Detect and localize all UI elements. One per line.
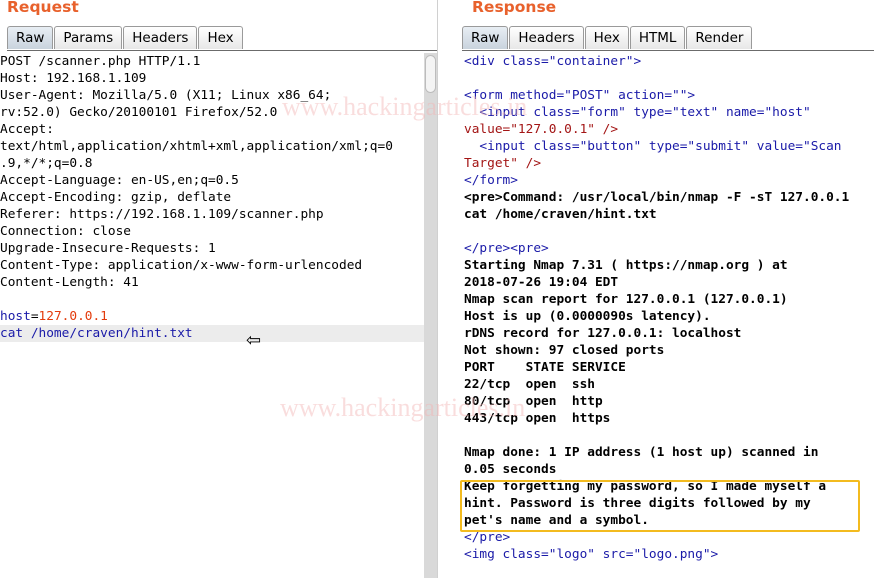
request-title: Request bbox=[7, 0, 79, 16]
response-line: Host is up (0.0000090s latency). bbox=[464, 309, 711, 324]
response-pane: Response Raw Headers Hex HTML Render <di… bbox=[450, 0, 874, 578]
response-line bbox=[450, 70, 874, 87]
request-scrollbar[interactable] bbox=[424, 53, 437, 578]
request-line: Accept-Encoding: gzip, deflate bbox=[0, 190, 232, 205]
param-name: host bbox=[0, 309, 31, 324]
pane-splitter[interactable] bbox=[424, 0, 451, 578]
response-line: 2018-07-26 19:04 EDT bbox=[464, 275, 619, 290]
response-line: 22/tcp open ssh bbox=[464, 377, 595, 392]
param-value: 127.0.0.1 bbox=[38, 309, 108, 324]
watermark: www.hackingarticles.in bbox=[280, 393, 526, 422]
response-line: </pre> bbox=[464, 530, 511, 545]
response-line: Starting Nmap 7.31 ( https://nmap.org ) … bbox=[464, 258, 788, 273]
request-editor[interactable]: POST /scanner.php HTTP/1.1 Host: 192.168… bbox=[0, 53, 437, 578]
request-line: Content-Length: 41 bbox=[0, 275, 139, 290]
request-body-host-line: host=127.0.0.1 bbox=[0, 308, 437, 325]
response-line: <input class="button" type="submit" valu… bbox=[464, 139, 842, 154]
arrow-left-icon: ⇦ bbox=[246, 330, 262, 351]
response-line: value="127.0.0.1" /> bbox=[464, 122, 619, 137]
request-tab-headers[interactable]: Headers bbox=[123, 26, 198, 49]
request-tabs: Raw Params Headers Hex bbox=[7, 26, 244, 50]
request-line: Connection: close bbox=[0, 224, 131, 239]
request-line: .9,*/*;q=0.8 bbox=[0, 156, 93, 171]
response-line: </pre><pre> bbox=[464, 241, 549, 256]
request-line: Upgrade-Insecure-Requests: 1 bbox=[0, 241, 216, 256]
response-line: cat /home/craven/hint.txt bbox=[464, 207, 657, 222]
response-line bbox=[450, 223, 874, 240]
request-tab-divider bbox=[7, 50, 437, 51]
request-line: POST /scanner.php HTTP/1.1 bbox=[0, 54, 201, 69]
response-line: rDNS record for 127.0.0.1: localhost bbox=[464, 326, 742, 341]
response-viewer[interactable]: <div class="container"> <form method="PO… bbox=[450, 53, 874, 578]
response-tab-raw[interactable]: Raw bbox=[462, 26, 509, 49]
response-line: </form> bbox=[464, 173, 518, 188]
response-line: <div class="container"> bbox=[464, 54, 642, 69]
request-line: Host: 192.168.1.109 bbox=[0, 71, 147, 86]
response-tabs: Raw Headers Hex HTML Render bbox=[462, 26, 753, 50]
request-tab-raw[interactable]: Raw bbox=[7, 26, 54, 49]
response-line: Nmap scan report for 127.0.0.1 (127.0.0.… bbox=[464, 292, 788, 307]
param-equals: = bbox=[30, 309, 39, 324]
response-tab-render[interactable]: Render bbox=[686, 26, 753, 49]
response-line: PORT STATE SERVICE bbox=[464, 360, 626, 375]
response-line: <pre>Command: /usr/local/bin/nmap -F -sT… bbox=[464, 190, 850, 205]
request-line: text/html,application/xhtml+xml,applicat… bbox=[0, 139, 393, 154]
request-line bbox=[0, 291, 437, 308]
response-tab-headers[interactable]: Headers bbox=[509, 26, 584, 49]
response-title: Response bbox=[472, 0, 557, 16]
response-line: 0.05 seconds bbox=[464, 462, 557, 477]
request-scrollbar-thumb[interactable] bbox=[425, 55, 436, 93]
injected-command-line: cat /home/craven/hint.txt bbox=[0, 325, 437, 342]
request-line: Referer: https://192.168.1.109/scanner.p… bbox=[0, 207, 324, 222]
hint-line: hint. Password is three digits followed … bbox=[464, 496, 811, 511]
hint-line: pet's name and a symbol. bbox=[464, 513, 649, 528]
request-tab-hex[interactable]: Hex bbox=[198, 26, 243, 49]
response-line: Nmap done: 1 IP address (1 host up) scan… bbox=[464, 445, 819, 460]
hint-line: Keep forgetting my password, so I made m… bbox=[464, 479, 827, 494]
request-line: Accept-Language: en-US,en;q=0.5 bbox=[0, 173, 239, 188]
response-line: Not shown: 97 closed ports bbox=[464, 343, 665, 358]
response-tab-html[interactable]: HTML bbox=[629, 26, 686, 49]
request-pane: Request Raw Params Headers Hex POST /sca… bbox=[0, 0, 437, 578]
request-line: Content-Type: application/x-www-form-url… bbox=[0, 258, 363, 273]
request-tab-params[interactable]: Params bbox=[54, 26, 123, 49]
watermark: www.hackingarticles.in bbox=[282, 92, 528, 121]
response-line: <img class="logo" src="logo.png"> bbox=[464, 547, 719, 562]
response-tab-divider bbox=[462, 50, 874, 51]
request-line: Accept: bbox=[0, 122, 54, 137]
response-line bbox=[450, 427, 874, 444]
response-tab-hex[interactable]: Hex bbox=[584, 26, 629, 49]
response-line: Target" /> bbox=[464, 156, 542, 171]
